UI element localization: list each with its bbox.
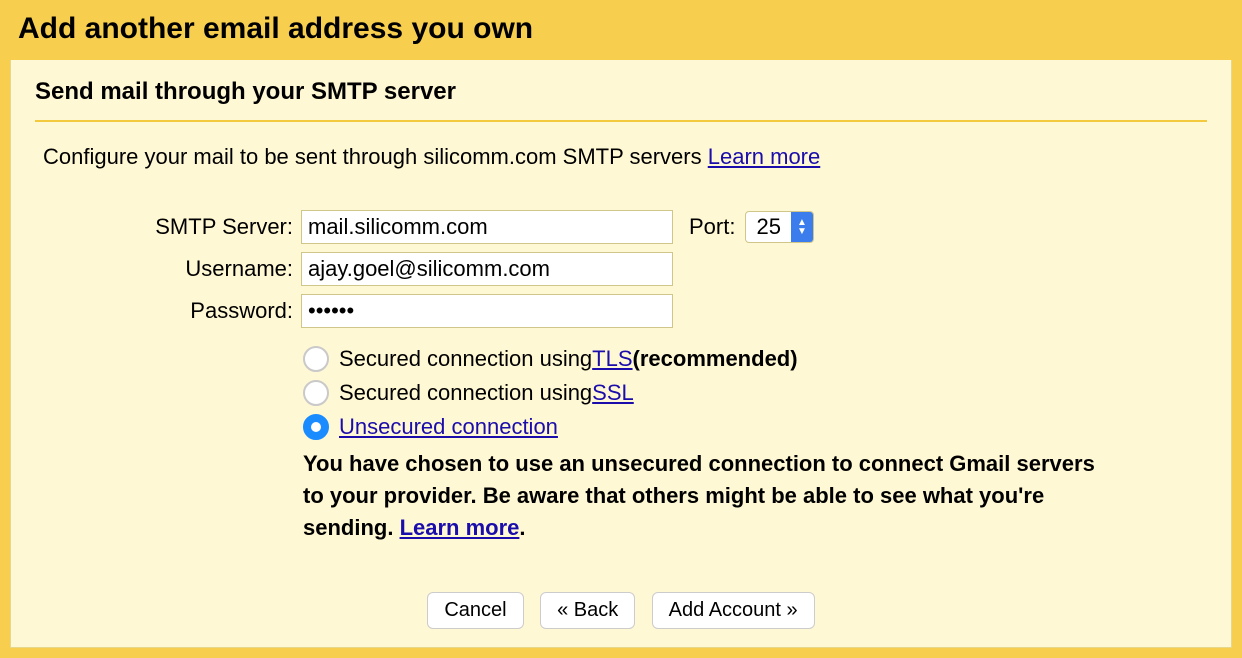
unsecured-warning: You have chosen to use an unsecured conn…	[35, 448, 1207, 544]
tls-recommended: (recommended)	[633, 346, 798, 372]
select-arrows-icon: ▲▼	[791, 211, 813, 243]
port-select[interactable]: 25 ▲▼	[745, 211, 813, 243]
radio-icon	[303, 380, 329, 406]
security-radio-group: Secured connection using TLS (recommende…	[35, 346, 1207, 440]
password-row: Password:	[115, 294, 1207, 328]
cancel-button[interactable]: Cancel	[427, 592, 523, 629]
username-label: Username:	[115, 256, 301, 282]
content-panel: Send mail through your SMTP server Confi…	[10, 60, 1232, 648]
radio-unsecured[interactable]: Unsecured connection	[303, 414, 1207, 440]
ssl-prefix: Secured connection using	[339, 380, 592, 406]
smtp-row: SMTP Server: Port: 25 ▲▼	[115, 210, 1207, 244]
password-input[interactable]	[301, 294, 673, 328]
username-input[interactable]	[301, 252, 673, 286]
smtp-input[interactable]	[301, 210, 673, 244]
intro-text-content: Configure your mail to be sent through s…	[43, 144, 708, 169]
radio-tls[interactable]: Secured connection using TLS (recommende…	[303, 346, 1207, 372]
radio-ssl[interactable]: Secured connection using SSL	[303, 380, 1207, 406]
radio-icon	[303, 346, 329, 372]
smtp-label: SMTP Server:	[115, 214, 301, 240]
button-row: Cancel « Back Add Account »	[35, 592, 1207, 629]
username-row: Username:	[115, 252, 1207, 286]
ssl-link[interactable]: SSL	[592, 380, 634, 406]
learn-more-link[interactable]: Learn more	[708, 144, 821, 169]
intro-text: Configure your mail to be sent through s…	[35, 144, 1207, 170]
warning-period: .	[519, 515, 525, 540]
tls-link[interactable]: TLS	[592, 346, 632, 372]
title-bar: Add another email address you own	[0, 0, 1242, 60]
radio-icon-selected	[303, 414, 329, 440]
port-label: Port:	[689, 214, 735, 240]
back-button[interactable]: « Back	[540, 592, 635, 629]
warning-learn-more-link[interactable]: Learn more	[400, 515, 520, 540]
form-area: SMTP Server: Port: 25 ▲▼ Username: Passw…	[35, 210, 1207, 328]
password-label: Password:	[115, 298, 301, 324]
subtitle: Send mail through your SMTP server	[35, 78, 1207, 122]
dialog-title: Add another email address you own	[18, 12, 1224, 46]
dialog-frame: Add another email address you own Send m…	[0, 0, 1242, 658]
tls-prefix: Secured connection using	[339, 346, 592, 372]
unsecured-link[interactable]: Unsecured connection	[339, 414, 558, 440]
port-value: 25	[746, 214, 790, 240]
add-account-button[interactable]: Add Account »	[652, 592, 815, 629]
